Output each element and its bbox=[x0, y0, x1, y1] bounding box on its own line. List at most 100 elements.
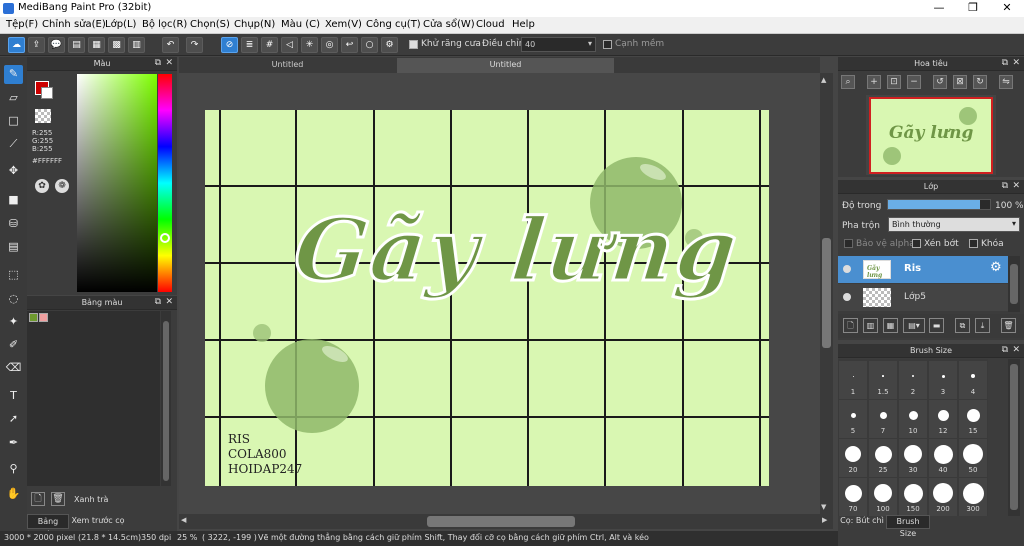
eyedropper-icon[interactable]: ⚲ bbox=[4, 460, 23, 479]
snap-curve-icon[interactable]: ↩ bbox=[341, 37, 358, 53]
snap-concentric-icon[interactable]: ◎ bbox=[321, 37, 338, 53]
menu-color[interactable]: Màu (C) bbox=[281, 19, 320, 30]
close-window-button[interactable]: ✕ bbox=[990, 0, 1024, 17]
menu-select[interactable]: Chọn(S) bbox=[190, 19, 230, 30]
close-icon[interactable]: ✕ bbox=[1012, 180, 1020, 193]
menu-view[interactable]: Xem(V) bbox=[325, 19, 362, 30]
select-tool-icon[interactable]: ⬚ bbox=[4, 266, 23, 285]
gradient-tool-icon[interactable]: ▤ bbox=[4, 238, 23, 257]
menu-filter[interactable]: Bộ lọc(R) bbox=[142, 19, 187, 30]
zoom-in-icon[interactable]: + bbox=[867, 75, 881, 89]
menu-window[interactable]: Cửa sổ(W) bbox=[423, 19, 475, 30]
bucket-tool-icon[interactable]: ⛁ bbox=[4, 215, 23, 234]
undock-icon[interactable]: ⧉ bbox=[1002, 180, 1008, 193]
lock-checkbox[interactable] bbox=[969, 239, 978, 248]
eye-icon[interactable] bbox=[843, 265, 851, 273]
undock-icon[interactable]: ⧉ bbox=[155, 296, 161, 309]
palette-scrollbar-thumb[interactable] bbox=[163, 321, 169, 481]
color-wheel-icon[interactable]: ❁ bbox=[55, 179, 69, 193]
tab-brush-preview[interactable]: Xem trước cọ bbox=[70, 514, 126, 529]
folder-icon[interactable]: ▬ bbox=[929, 318, 944, 333]
menu-edit[interactable]: Chỉnh sửa(E) bbox=[42, 19, 106, 30]
blend-mode-select[interactable]: Bình thường ▾ bbox=[888, 217, 1020, 232]
snap-parallel-icon[interactable]: ≣ bbox=[241, 37, 258, 53]
menu-cloud[interactable]: Cloud bbox=[476, 19, 505, 30]
operation-tool-icon[interactable]: ➚ bbox=[4, 410, 23, 429]
fit-screen-icon[interactable]: ⊡ bbox=[887, 75, 901, 89]
navigator-thumbnail[interactable]: Gãy lưng bbox=[869, 97, 993, 174]
share-icon[interactable]: ⇪ bbox=[28, 37, 45, 53]
duplicate-layer-icon[interactable]: ⧉ bbox=[955, 318, 970, 333]
layer-scrollbar-thumb[interactable] bbox=[1010, 264, 1018, 304]
menu-layer[interactable]: Lớp(L) bbox=[105, 19, 136, 30]
maximize-button[interactable]: ❐ bbox=[956, 0, 990, 17]
palette-swatch[interactable] bbox=[39, 313, 48, 322]
undock-icon[interactable]: ⧉ bbox=[1002, 57, 1008, 70]
undock-icon[interactable]: ⧉ bbox=[1002, 344, 1008, 357]
zoom-out-icon[interactable]: − bbox=[907, 75, 921, 89]
select-eraser-icon[interactable]: ⌫ bbox=[4, 359, 23, 378]
close-icon[interactable]: ✕ bbox=[165, 57, 173, 70]
close-icon[interactable]: ✕ bbox=[1012, 57, 1020, 70]
close-icon[interactable]: ✕ bbox=[1012, 344, 1020, 357]
alpha-protect-checkbox[interactable] bbox=[844, 239, 853, 248]
saturation-value-picker[interactable] bbox=[77, 74, 157, 292]
merge-layer-icon[interactable]: ⤓ bbox=[975, 318, 990, 333]
flip-icon[interactable]: ⇋ bbox=[999, 75, 1013, 89]
trash-icon[interactable]: 🗑 bbox=[51, 492, 65, 506]
lasso-tool-icon[interactable]: ◌ bbox=[4, 290, 23, 309]
redo-button[interactable]: ↷ bbox=[186, 37, 203, 53]
secondary-color-swatch[interactable] bbox=[41, 87, 53, 99]
layer-scrollbar[interactable] bbox=[1008, 256, 1020, 312]
move-tool-icon[interactable]: ✥ bbox=[4, 162, 23, 181]
snap-perspective-icon[interactable]: ◁ bbox=[281, 37, 298, 53]
tab-document-1[interactable]: Untitled bbox=[179, 58, 396, 73]
rectangle-tool-icon[interactable]: □ bbox=[4, 112, 23, 131]
layer-row-lop5[interactable]: Lớp5 bbox=[838, 284, 1008, 311]
trash-icon[interactable]: 🗑 bbox=[1001, 318, 1016, 333]
correction-select[interactable]: 40 ▾ bbox=[521, 37, 596, 52]
tab-document-2[interactable]: Untitled bbox=[397, 58, 614, 73]
palette-add-icon[interactable]: ✿ bbox=[35, 179, 49, 193]
layer-settings-gear-icon[interactable]: ⚙ bbox=[990, 260, 1002, 275]
menu-snap[interactable]: Chụp(N) bbox=[234, 19, 275, 30]
scroll-left-icon[interactable]: ◀ bbox=[181, 516, 186, 524]
close-icon[interactable]: ✕ bbox=[165, 296, 173, 309]
page-icon[interactable]: ▦ bbox=[88, 37, 105, 53]
vertical-scroll-thumb[interactable] bbox=[822, 238, 831, 348]
undock-icon[interactable]: ⧉ bbox=[155, 57, 161, 70]
brush-size-scrollbar-thumb[interactable] bbox=[1010, 364, 1018, 510]
canvas-horizontal-scrollbar[interactable]: ◀ ▶ bbox=[179, 514, 833, 529]
menu-help[interactable]: Help bbox=[512, 19, 535, 30]
fill-rect-tool-icon[interactable]: ■ bbox=[4, 191, 23, 210]
new-palette-icon[interactable]: 🗋 bbox=[31, 492, 45, 506]
hand-tool-icon[interactable]: ✋ bbox=[4, 485, 23, 504]
dropper-tool-icon[interactable]: ✒ bbox=[4, 434, 23, 453]
transparent-swatch[interactable] bbox=[35, 109, 51, 123]
tiles-icon[interactable]: ▥ bbox=[128, 37, 145, 53]
snap-off-icon[interactable]: ⊘ bbox=[221, 37, 238, 53]
brush-size-scrollbar[interactable] bbox=[1008, 359, 1020, 516]
tab-brush[interactable]: Cọ: Bút chì bbox=[838, 515, 886, 529]
clipping-checkbox[interactable] bbox=[912, 239, 921, 248]
snap-radial-icon[interactable]: ✳ bbox=[301, 37, 318, 53]
tab-palette[interactable]: Bảng màu bbox=[27, 514, 69, 539]
navigator-preview[interactable]: Gãy lưng bbox=[866, 95, 996, 175]
snap-circle-icon[interactable]: ○ bbox=[361, 37, 378, 53]
undo-button[interactable]: ↶ bbox=[162, 37, 179, 53]
hue-slider[interactable] bbox=[158, 74, 172, 292]
antialias-checkbox[interactable] bbox=[409, 40, 418, 49]
rotate-left-icon[interactable]: ↺ bbox=[933, 75, 947, 89]
snap-grid-icon[interactable]: # bbox=[261, 37, 278, 53]
magic-wand-icon[interactable]: ✦ bbox=[4, 313, 23, 332]
menu-tools[interactable]: Công cụ(T) bbox=[366, 19, 421, 30]
brush-tool-icon[interactable]: ✎ bbox=[4, 65, 23, 84]
menu-file[interactable]: Tệp(F) bbox=[6, 19, 38, 30]
select-pen-icon[interactable]: ✐ bbox=[4, 336, 23, 355]
canvas-vertical-scrollbar[interactable]: ▲ ▼ bbox=[820, 73, 833, 514]
reset-view-icon[interactable]: ⊠ bbox=[953, 75, 967, 89]
tab-brush-size[interactable]: Brush Size bbox=[886, 515, 930, 538]
palette-swatch[interactable] bbox=[29, 313, 38, 322]
minimize-button[interactable]: — bbox=[922, 0, 956, 17]
speech-icon[interactable]: ▤ bbox=[68, 37, 85, 53]
